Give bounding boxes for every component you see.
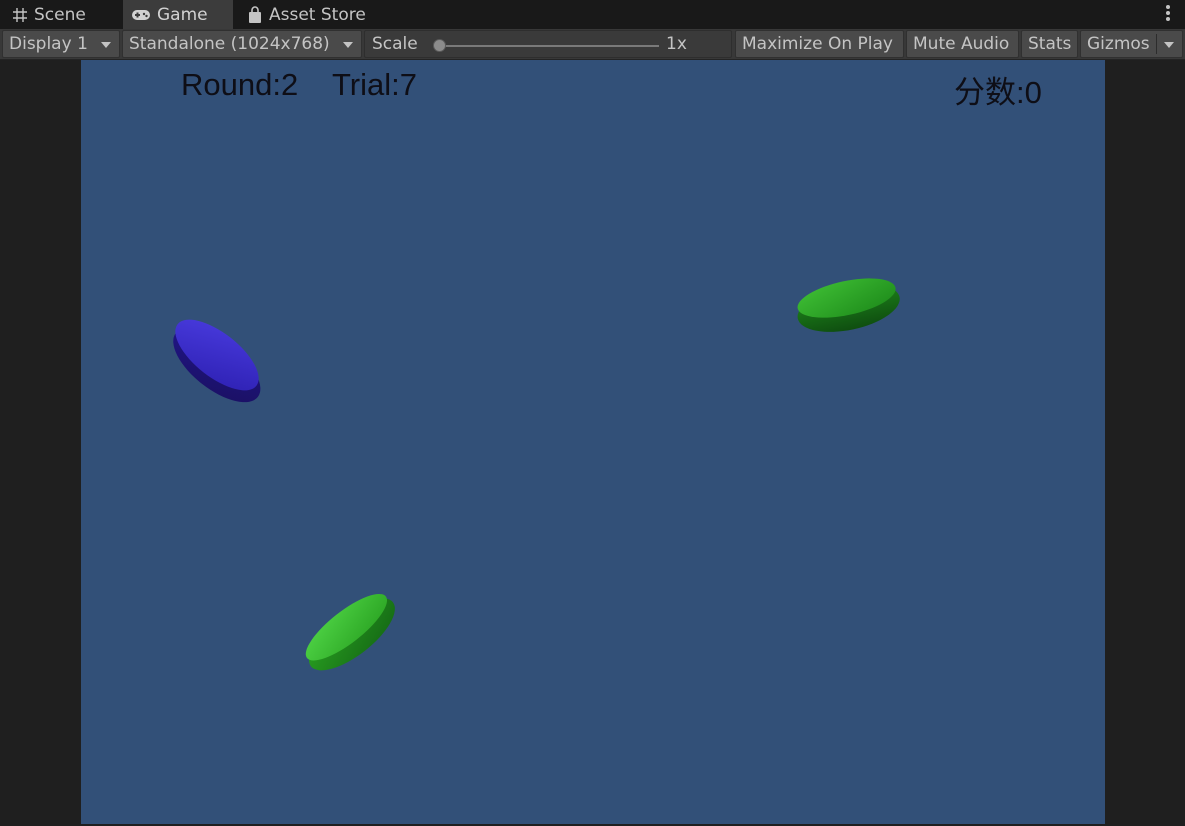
scale-label: Scale — [372, 34, 418, 54]
game-toolbar: Display 1 Standalone (1024x768) Scale 1x… — [0, 29, 1185, 60]
scale-slider-track[interactable] — [439, 45, 659, 47]
stats-toggle[interactable]: Stats — [1021, 30, 1078, 58]
green-disc-bottom — [305, 593, 395, 671]
green-disc-right — [797, 278, 900, 332]
gizmos-divider — [1156, 34, 1157, 54]
scale-value: 1x — [666, 34, 687, 54]
round-counter: Round:2 — [181, 67, 299, 102]
tab-scene-label: Scene — [34, 4, 86, 25]
game-canvas[interactable]: Round:2 Trial:7 分数:0 — [81, 60, 1105, 824]
game-scene — [173, 278, 900, 671]
scale-slider-thumb[interactable] — [433, 39, 446, 52]
chevron-down-icon[interactable] — [1164, 42, 1174, 48]
tab-asset-store-label: Asset Store — [269, 4, 366, 25]
score-display: 分数:0 — [954, 75, 1042, 110]
shopping-bag-icon — [249, 5, 261, 23]
grid-icon — [13, 7, 27, 22]
display-dropdown[interactable]: Display 1 — [2, 30, 120, 58]
window-tab-bar: Scene Game Asset Store — [0, 0, 1185, 29]
tab-asset-store[interactable]: Asset Store — [237, 0, 387, 29]
game-viewport: Round:2 Trial:7 分数:0 — [0, 60, 1185, 826]
mute-audio-toggle[interactable]: Mute Audio — [906, 30, 1019, 58]
mute-audio-label: Mute Audio — [913, 34, 1010, 54]
tab-scene[interactable]: Scene — [0, 0, 120, 29]
chevron-down-icon — [343, 42, 353, 48]
scale-control: Scale 1x — [364, 30, 732, 58]
trial-counter: Trial:7 — [332, 67, 417, 102]
tab-game[interactable]: Game — [123, 0, 233, 29]
gamepad-icon — [132, 9, 150, 20]
resolution-dropdown-label: Standalone (1024x768) — [129, 34, 330, 54]
maximize-on-play-toggle[interactable]: Maximize On Play — [735, 30, 904, 58]
gizmos-label: Gizmos — [1087, 34, 1150, 54]
maximize-on-play-label: Maximize On Play — [742, 34, 893, 54]
blue-disc — [173, 319, 261, 403]
stats-label: Stats — [1028, 34, 1072, 54]
display-dropdown-label: Display 1 — [9, 34, 88, 54]
gizmos-toggle[interactable]: Gizmos — [1080, 30, 1183, 58]
more-options-icon[interactable] — [1165, 5, 1171, 23]
resolution-dropdown[interactable]: Standalone (1024x768) — [122, 30, 362, 58]
tab-game-label: Game — [157, 4, 208, 25]
chevron-down-icon — [101, 42, 111, 48]
